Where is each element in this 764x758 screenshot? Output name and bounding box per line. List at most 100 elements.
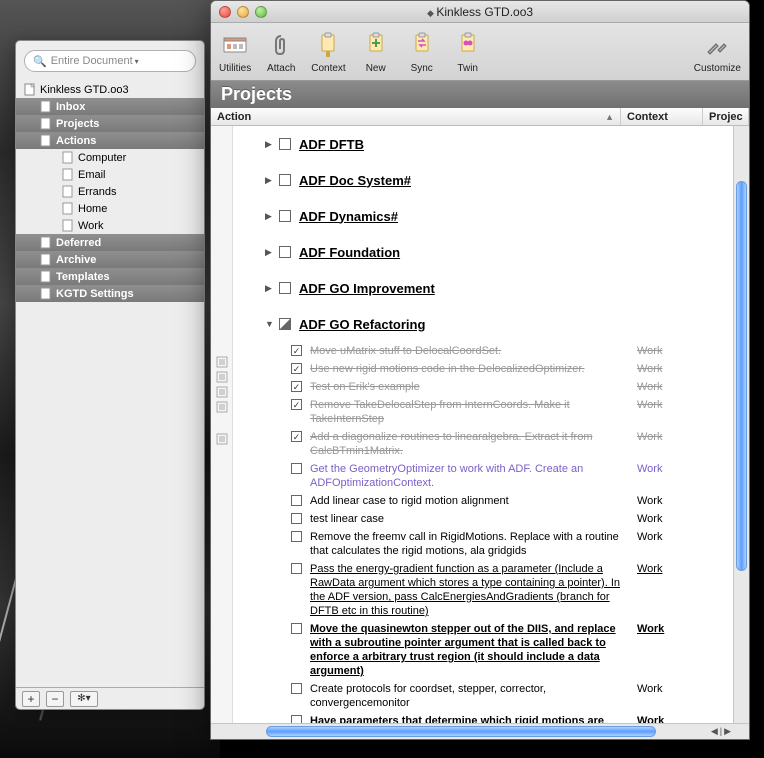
task-row[interactable]: Get the GeometryOptimizer to work with A… bbox=[233, 460, 749, 492]
column-context[interactable]: Context bbox=[621, 108, 703, 125]
task-checkbox[interactable] bbox=[291, 399, 302, 410]
project-name: ADF GO Improvement bbox=[299, 281, 435, 296]
disclosure-triangle-icon[interactable]: ▶ bbox=[265, 247, 275, 258]
disclosure-triangle-icon[interactable]: ▼ bbox=[265, 319, 275, 329]
task-row[interactable]: Add linear case to rigid motion alignmen… bbox=[233, 492, 749, 510]
toolbar: Utilities Attach Context New Sync Twin Custom… bbox=[211, 23, 749, 81]
outline-item[interactable]: Templates bbox=[16, 268, 204, 285]
outline-item[interactable]: Archive bbox=[16, 251, 204, 268]
project-row[interactable]: ▼ADF GO Refactoring bbox=[233, 306, 749, 342]
utilities-button[interactable]: Utilities bbox=[219, 29, 251, 74]
task-checkbox[interactable] bbox=[291, 381, 302, 392]
task-checkbox[interactable] bbox=[291, 683, 302, 694]
task-checkbox[interactable] bbox=[291, 531, 302, 542]
outline-item[interactable]: Home bbox=[16, 200, 204, 217]
disclosure-triangle-icon[interactable]: ▶ bbox=[265, 175, 275, 186]
add-button[interactable]: + bbox=[22, 691, 40, 707]
project-checkbox[interactable] bbox=[279, 318, 291, 330]
task-row[interactable]: Test on Erik's exampleWork bbox=[233, 378, 749, 396]
task-checkbox[interactable] bbox=[291, 363, 302, 374]
task-checkbox[interactable] bbox=[291, 431, 302, 442]
scrollbar-thumb[interactable] bbox=[736, 181, 747, 571]
task-checkbox[interactable] bbox=[291, 563, 302, 574]
task-checkbox[interactable] bbox=[291, 345, 302, 356]
vertical-scrollbar[interactable] bbox=[733, 126, 749, 723]
task-row[interactable]: Remove the freemv call in RigidMotions. … bbox=[233, 528, 749, 560]
task-row[interactable]: Move uMatrix stuff to DelocalCoordSet.Wo… bbox=[233, 342, 749, 360]
task-row[interactable]: Move the quasinewton stepper out of the … bbox=[233, 620, 749, 680]
disclosure-triangle-icon[interactable]: ▶ bbox=[265, 211, 275, 222]
task-row[interactable]: Have parameters that determine which rig… bbox=[233, 712, 749, 723]
outline-item[interactable]: Email bbox=[16, 166, 204, 183]
project-row[interactable]: ▶ADF Dynamics# bbox=[233, 198, 749, 234]
close-button[interactable] bbox=[219, 6, 231, 18]
task-row[interactable]: Pass the energy-gradient function as a p… bbox=[233, 560, 749, 620]
context-button[interactable]: Context bbox=[311, 29, 345, 74]
task-context: Work bbox=[637, 430, 719, 458]
column-action[interactable]: Action ▲ bbox=[211, 108, 621, 125]
task-checkbox[interactable] bbox=[291, 623, 302, 634]
new-button[interactable]: New bbox=[360, 29, 392, 74]
disclosure-triangle-icon[interactable]: ▶ bbox=[265, 283, 275, 294]
scroll-arrows[interactable]: ◀|▶ bbox=[711, 726, 731, 737]
twin-button[interactable]: Twin bbox=[452, 29, 484, 74]
outline-root-label: Kinkless GTD.oo3 bbox=[40, 84, 129, 96]
task-checkbox[interactable] bbox=[291, 463, 302, 474]
context-icon bbox=[312, 29, 344, 61]
scrollbar-thumb[interactable] bbox=[266, 726, 656, 737]
task-checkbox[interactable] bbox=[291, 495, 302, 506]
new-icon bbox=[360, 29, 392, 61]
task-context: Work bbox=[637, 380, 719, 394]
note-icon[interactable] bbox=[216, 356, 228, 368]
project-row[interactable]: ▶ADF Doc System# bbox=[233, 162, 749, 198]
outline-item[interactable]: Errands bbox=[16, 183, 204, 200]
page-icon bbox=[60, 202, 74, 216]
task-checkbox[interactable] bbox=[291, 513, 302, 524]
task-row[interactable]: Remove TakeDelocalStep from InternCoords… bbox=[233, 396, 749, 428]
column-project[interactable]: Projec bbox=[703, 108, 749, 125]
task-text: Remove the freemv call in RigidMotions. … bbox=[310, 530, 637, 558]
note-icon[interactable] bbox=[216, 433, 228, 445]
outline-item[interactable]: Projects bbox=[16, 115, 204, 132]
project-checkbox[interactable] bbox=[279, 138, 291, 150]
note-icon[interactable] bbox=[216, 386, 228, 398]
project-name: ADF DFTB bbox=[299, 137, 364, 152]
note-icon[interactable] bbox=[216, 401, 228, 413]
outline-item[interactable]: Work bbox=[16, 217, 204, 234]
horizontal-scrollbar[interactable]: ◀|▶ bbox=[211, 723, 749, 739]
task-row[interactable]: test linear caseWork bbox=[233, 510, 749, 528]
project-row[interactable]: ▶ADF Foundation bbox=[233, 234, 749, 270]
outline-item[interactable]: KGTD Settings bbox=[16, 285, 204, 302]
minimize-button[interactable] bbox=[237, 6, 249, 18]
column-headers: Action ▲ Context Projec bbox=[211, 108, 749, 126]
sync-button[interactable]: Sync bbox=[406, 29, 438, 74]
search-input[interactable]: 🔍 Entire Document ▾ bbox=[24, 50, 196, 72]
outline-item-label: Templates bbox=[56, 271, 110, 283]
project-row[interactable]: ▶ ADF GO Improvement bbox=[233, 270, 749, 306]
zoom-button[interactable] bbox=[255, 6, 267, 18]
outline-item[interactable]: Computer bbox=[16, 149, 204, 166]
page-icon bbox=[38, 270, 52, 284]
gear-menu-button[interactable]: ✻▾ bbox=[70, 691, 98, 707]
remove-button[interactable]: − bbox=[46, 691, 64, 707]
project-checkbox[interactable] bbox=[279, 246, 291, 258]
project-checkbox[interactable] bbox=[279, 210, 291, 222]
outline-item[interactable]: Inbox bbox=[16, 98, 204, 115]
outline-item[interactable]: Actions bbox=[16, 132, 204, 149]
customize-button[interactable]: Customize bbox=[694, 29, 741, 74]
attach-button[interactable]: Attach bbox=[265, 29, 297, 74]
project-checkbox[interactable] bbox=[279, 282, 291, 294]
task-row[interactable]: Create protocols for coordset, stepper, … bbox=[233, 680, 749, 712]
titlebar[interactable]: Kinkless GTD.oo3 bbox=[211, 1, 749, 23]
task-row[interactable]: Use new rigid motions code in the Deloca… bbox=[233, 360, 749, 378]
task-text: Move the quasinewton stepper out of the … bbox=[310, 622, 637, 678]
disclosure-triangle-icon[interactable]: ▶ bbox=[265, 139, 275, 150]
outline-item[interactable]: Deferred bbox=[16, 234, 204, 251]
page-icon bbox=[38, 253, 52, 267]
project-checkbox[interactable] bbox=[279, 174, 291, 186]
outline-root[interactable]: Kinkless GTD.oo3 bbox=[16, 81, 204, 98]
task-row[interactable]: Add a diagonalize routines to linearalge… bbox=[233, 428, 749, 460]
note-icon[interactable] bbox=[216, 371, 228, 383]
project-row[interactable]: ▶ ADF DFTB bbox=[233, 126, 749, 162]
task-checkbox[interactable] bbox=[291, 715, 302, 723]
